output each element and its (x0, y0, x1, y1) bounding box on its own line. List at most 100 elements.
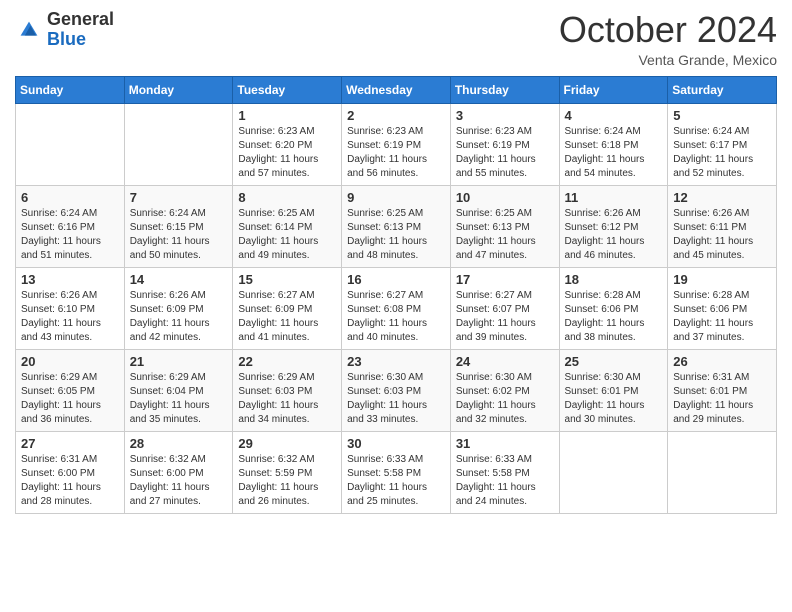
day-info: Sunrise: 6:24 AMSunset: 6:15 PMDaylight:… (130, 207, 228, 263)
day-number: 9 (347, 190, 445, 205)
day-number: 22 (238, 354, 336, 369)
day-cell: 9 Sunrise: 6:25 AMSunset: 6:13 PMDaylight… (342, 185, 451, 267)
day-number: 3 (456, 108, 554, 123)
day-cell: 20Sunrise: 6:29 AMSunset: 6:05 PMDayligh… (16, 349, 125, 431)
logo-general: General (47, 9, 114, 29)
day-cell: 7 Sunrise: 6:24 AMSunset: 6:15 PMDaylight… (124, 185, 233, 267)
day-cell: 13 Sunrise: 6:26 AMSunset: 6:10 PMDayligh… (16, 267, 125, 349)
day-info: Sunrise: 6:27 AMSunset: 6:08 PMDaylight:… (347, 289, 445, 345)
day-info: Sunrise: 6:26 AMSunset: 6:11 PMDaylight:… (673, 207, 771, 263)
header-sunday: Sunday (16, 76, 125, 103)
day-info: Sunrise: 6:29 AMSunset: 6:03 PMDaylight:… (238, 371, 336, 427)
day-number: 7 (130, 190, 228, 205)
day-cell: 15 Sunrise: 6:27 AMSunset: 6:09 PMDayligh… (233, 267, 342, 349)
day-cell: 16Sunrise: 6:27 AMSunset: 6:08 PMDayligh… (342, 267, 451, 349)
day-cell: 4 Sunrise: 6:24 AMSunset: 6:18 PMDaylight… (559, 103, 668, 185)
day-info: Sunrise: 6:30 AMSunset: 6:03 PMDaylight:… (347, 371, 445, 427)
day-number: 8 (238, 190, 336, 205)
day-number: 10 (456, 190, 554, 205)
day-cell: 11 Sunrise: 6:26 AMSunset: 6:12 PMDayligh… (559, 185, 668, 267)
day-info: Sunrise: 6:32 AMSunset: 6:00 PMDaylight:… (130, 453, 228, 509)
day-cell: 17 Sunrise: 6:27 AMSunset: 6:07 PMDayligh… (450, 267, 559, 349)
day-cell: 26 Sunrise: 6:31 AMSunset: 6:01 PMDayligh… (668, 349, 777, 431)
day-info: Sunrise: 6:23 AMSunset: 6:19 PMDaylight:… (456, 125, 554, 181)
day-number: 24 (456, 354, 554, 369)
day-cell: 27 Sunrise: 6:31 AMSunset: 6:00 PMDayligh… (16, 431, 125, 513)
day-number: 30 (347, 436, 445, 451)
day-cell: 14 Sunrise: 6:26 AMSunset: 6:09 PMDayligh… (124, 267, 233, 349)
day-info: Sunrise: 6:31 AMSunset: 6:01 PMDaylight:… (673, 371, 771, 427)
day-cell: 1 Sunrise: 6:23 AMSunset: 6:20 PMDaylight… (233, 103, 342, 185)
header-friday: Friday (559, 76, 668, 103)
day-cell: 21 Sunrise: 6:29 AMSunset: 6:04 PMDayligh… (124, 349, 233, 431)
day-info: Sunrise: 6:26 AMSunset: 6:10 PMDaylight:… (21, 289, 119, 345)
day-cell: 25Sunrise: 6:30 AMSunset: 6:01 PMDayligh… (559, 349, 668, 431)
day-info: Sunrise: 6:31 AMSunset: 6:00 PMDaylight:… (21, 453, 119, 509)
day-cell (559, 431, 668, 513)
week-row-2: 6Sunrise: 6:24 AMSunset: 6:16 PMDaylight… (16, 185, 777, 267)
day-cell: 3 Sunrise: 6:23 AMSunset: 6:19 PMDaylight… (450, 103, 559, 185)
day-cell: 10Sunrise: 6:25 AMSunset: 6:13 PMDayligh… (450, 185, 559, 267)
day-number: 5 (673, 108, 771, 123)
day-cell: 2Sunrise: 6:23 AMSunset: 6:19 PMDaylight… (342, 103, 451, 185)
day-info: Sunrise: 6:32 AMSunset: 5:59 PMDaylight:… (238, 453, 336, 509)
header-tuesday: Tuesday (233, 76, 342, 103)
day-cell: 29 Sunrise: 6:32 AMSunset: 5:59 PMDayligh… (233, 431, 342, 513)
day-number: 13 (21, 272, 119, 287)
day-cell: 18 Sunrise: 6:28 AMSunset: 6:06 PMDayligh… (559, 267, 668, 349)
day-info: Sunrise: 6:29 AMSunset: 6:04 PMDaylight:… (130, 371, 228, 427)
day-info: Sunrise: 6:25 AMSunset: 6:14 PMDaylight:… (238, 207, 336, 263)
day-number: 27 (21, 436, 119, 451)
day-number: 31 (456, 436, 554, 451)
day-cell: 23 Sunrise: 6:30 AMSunset: 6:03 PMDayligh… (342, 349, 451, 431)
day-cell: 24 Sunrise: 6:30 AMSunset: 6:02 PMDayligh… (450, 349, 559, 431)
header-thursday: Thursday (450, 76, 559, 103)
day-number: 15 (238, 272, 336, 287)
day-cell: 22 Sunrise: 6:29 AMSunset: 6:03 PMDayligh… (233, 349, 342, 431)
day-info: Sunrise: 6:26 AMSunset: 6:12 PMDaylight:… (565, 207, 663, 263)
day-info: Sunrise: 6:33 AMSunset: 5:58 PMDaylight:… (456, 453, 554, 509)
day-number: 29 (238, 436, 336, 451)
day-info: Sunrise: 6:29 AMSunset: 6:05 PMDaylight:… (21, 371, 119, 427)
day-info: Sunrise: 6:33 AMSunset: 5:58 PMDaylight:… (347, 453, 445, 509)
day-number: 21 (130, 354, 228, 369)
day-cell: 28 Sunrise: 6:32 AMSunset: 6:00 PMDayligh… (124, 431, 233, 513)
day-number: 28 (130, 436, 228, 451)
day-number: 11 (565, 190, 663, 205)
calendar-container: General Blue October 2024 Venta Grande, … (0, 0, 792, 524)
day-info: Sunrise: 6:28 AMSunset: 6:06 PMDaylight:… (673, 289, 771, 345)
day-info: Sunrise: 6:30 AMSunset: 6:02 PMDaylight:… (456, 371, 554, 427)
day-info: Sunrise: 6:28 AMSunset: 6:06 PMDaylight:… (565, 289, 663, 345)
day-info: Sunrise: 6:25 AMSunset: 6:13 PMDaylight:… (347, 207, 445, 263)
week-row-1: 1 Sunrise: 6:23 AMSunset: 6:20 PMDaylight… (16, 103, 777, 185)
header-monday: Monday (124, 76, 233, 103)
header-saturday: Saturday (668, 76, 777, 103)
header-row: General Blue October 2024 Venta Grande, … (15, 10, 777, 68)
calendar-table: Sunday Monday Tuesday Wednesday Thursday… (15, 76, 777, 514)
logo: General Blue (15, 10, 114, 50)
day-info: Sunrise: 6:26 AMSunset: 6:09 PMDaylight:… (130, 289, 228, 345)
day-cell (124, 103, 233, 185)
day-cell: 31 Sunrise: 6:33 AMSunset: 5:58 PMDayligh… (450, 431, 559, 513)
day-info: Sunrise: 6:24 AMSunset: 6:18 PMDaylight:… (565, 125, 663, 181)
day-number: 4 (565, 108, 663, 123)
day-number: 18 (565, 272, 663, 287)
title-area: October 2024 Venta Grande, Mexico (559, 10, 777, 68)
day-cell (668, 431, 777, 513)
logo-blue: Blue (47, 29, 86, 49)
day-number: 26 (673, 354, 771, 369)
day-cell: 8 Sunrise: 6:25 AMSunset: 6:14 PMDaylight… (233, 185, 342, 267)
day-number: 1 (238, 108, 336, 123)
day-number: 23 (347, 354, 445, 369)
week-row-3: 13 Sunrise: 6:26 AMSunset: 6:10 PMDayligh… (16, 267, 777, 349)
day-number: 14 (130, 272, 228, 287)
day-info: Sunrise: 6:23 AMSunset: 6:20 PMDaylight:… (238, 125, 336, 181)
day-number: 25 (565, 354, 663, 369)
day-info: Sunrise: 6:27 AMSunset: 6:09 PMDaylight:… (238, 289, 336, 345)
day-number: 17 (456, 272, 554, 287)
day-cell: 5Sunrise: 6:24 AMSunset: 6:17 PMDaylight… (668, 103, 777, 185)
days-header-row: Sunday Monday Tuesday Wednesday Thursday… (16, 76, 777, 103)
day-cell: 30 Sunrise: 6:33 AMSunset: 5:58 PMDayligh… (342, 431, 451, 513)
day-info: Sunrise: 6:27 AMSunset: 6:07 PMDaylight:… (456, 289, 554, 345)
day-cell: 12Sunrise: 6:26 AMSunset: 6:11 PMDayligh… (668, 185, 777, 267)
